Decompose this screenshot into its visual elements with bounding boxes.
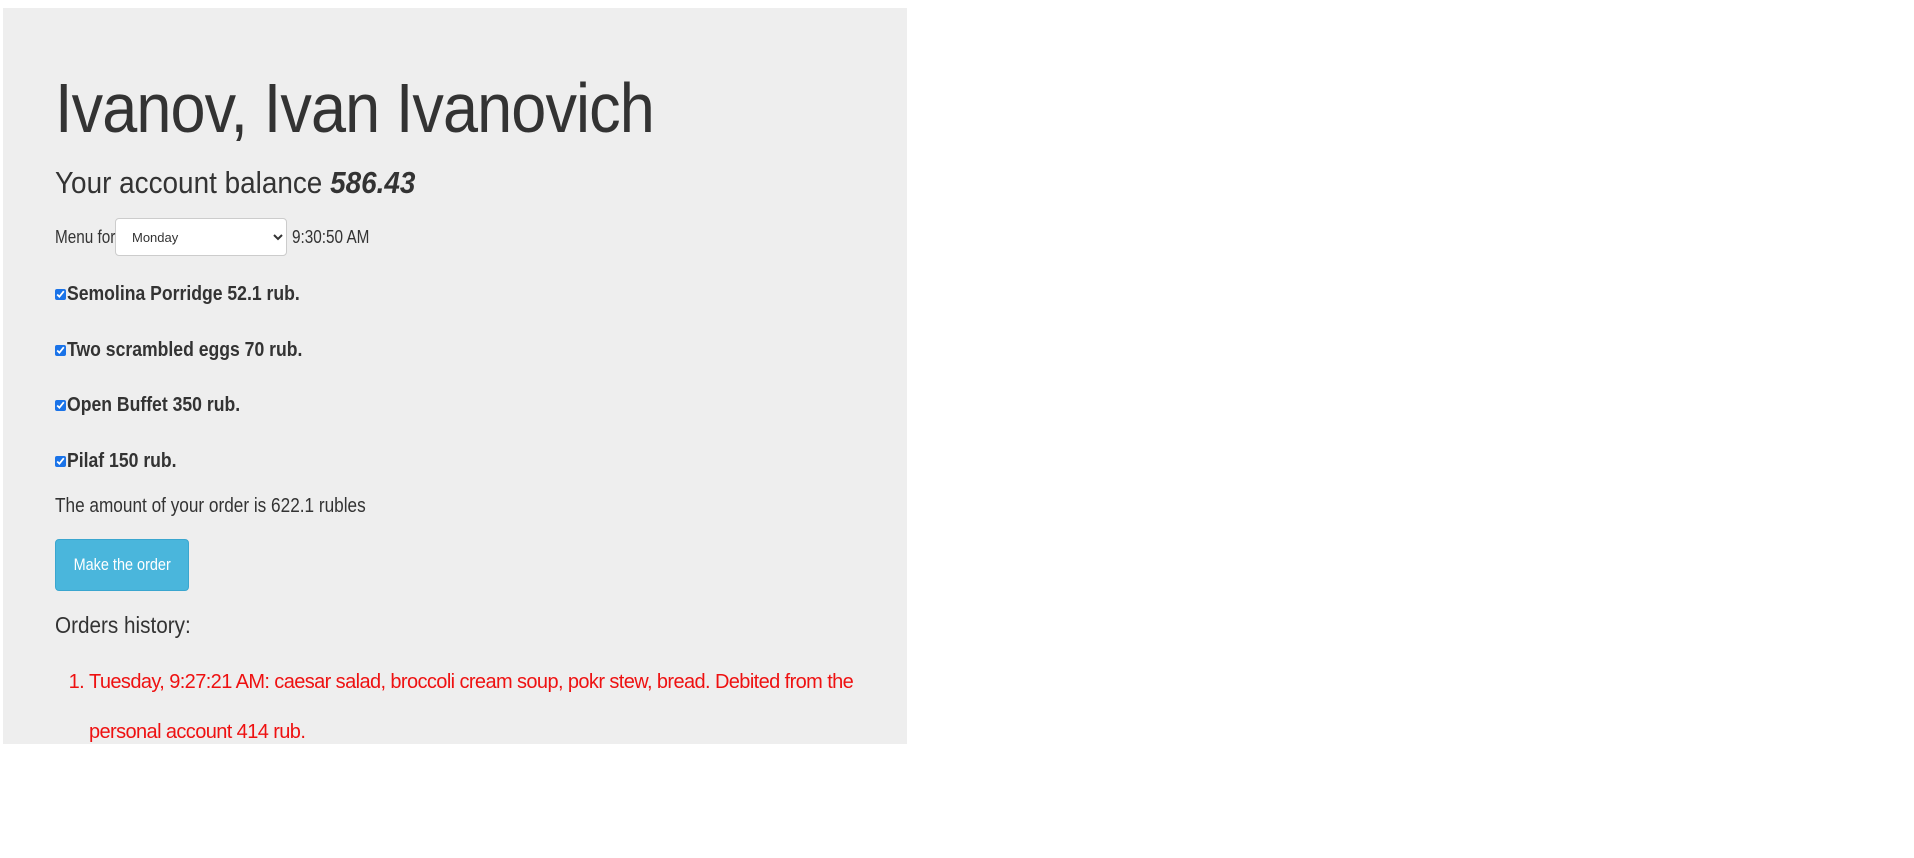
dish-label: Two scrambled eggs 70 rub. <box>67 338 303 361</box>
dish-checkbox[interactable] <box>55 399 66 411</box>
day-select[interactable]: Monday <box>115 218 287 256</box>
balance-value: 586.43 <box>330 165 416 200</box>
dish-checkbox[interactable] <box>55 455 66 467</box>
menu-for-label: Menu for <box>55 226 116 247</box>
account-balance: Your account balance 586.43 <box>55 163 415 203</box>
dish-item[interactable]: Pilaf 150 rub. <box>55 446 192 476</box>
make-order-button[interactable]: Make the order <box>55 539 189 591</box>
make-order-label: Make the order <box>73 555 171 574</box>
dish-item[interactable]: Open Buffet 350 rub. <box>55 390 264 420</box>
dish-label: Open Buffet 350 rub. <box>67 393 241 416</box>
orders-history-title: Orders history: <box>55 612 191 638</box>
dish-label: Semolina Porridge 52.1 rub. <box>67 282 300 305</box>
menu-time: 9:30:50 AM <box>292 226 370 247</box>
history-item: Tuesday, 9:27:21 AM: caesar salad, brocc… <box>89 657 919 757</box>
dish-item[interactable]: Semolina Porridge 52.1 rub. <box>55 279 332 309</box>
content-panel: Ivanov, Ivan Ivanovich Your account bala… <box>3 8 907 744</box>
menu-day-row: Menu for Monday 9:30:50 AM <box>55 217 383 257</box>
dish-checkbox[interactable] <box>55 288 66 300</box>
dish-checkbox[interactable] <box>55 344 66 356</box>
dish-label: Pilaf 150 rub. <box>67 449 177 472</box>
order-total: The amount of your order is 622.1 rubles <box>55 495 366 517</box>
orders-history-list: Tuesday, 9:27:21 AM: caesar salad, brocc… <box>55 657 919 757</box>
dish-item[interactable]: Two scrambled eggs 70 rub. <box>55 335 334 365</box>
user-name-heading: Ivanov, Ivan Ivanovich <box>55 69 655 147</box>
balance-label: Your account balance <box>55 165 323 200</box>
